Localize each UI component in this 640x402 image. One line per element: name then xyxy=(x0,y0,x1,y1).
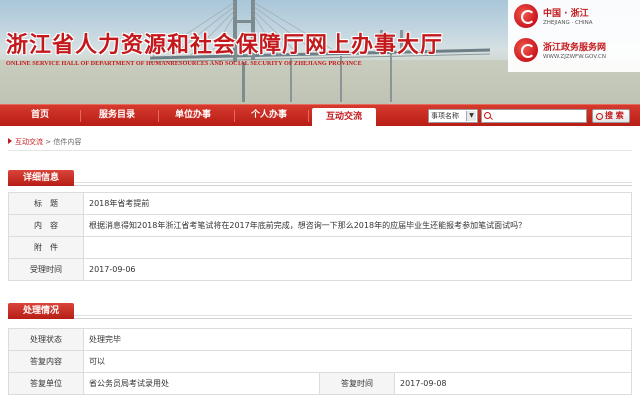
reply-time-label: 答复时间 xyxy=(319,372,395,395)
reply-content-label: 答复内容 xyxy=(8,350,84,373)
zhejiang-emblem-icon xyxy=(514,4,538,28)
handling-section-title: 处理情况 xyxy=(8,303,74,319)
search-input[interactable] xyxy=(481,109,587,123)
table-row: 处理状态 处理完毕 xyxy=(8,328,632,351)
detail-section-header: 详细信息 xyxy=(8,169,632,186)
detail-table: 标 题 2018年省考提前 内 容 根据消息得知2018年浙江省考笔试将在201… xyxy=(8,192,632,281)
site-title-english: ONLINE SERVICE HALL OF DEPARTMENT OF HUM… xyxy=(6,60,362,67)
logo1-title: 中国 · 浙江 xyxy=(543,9,589,19)
title-label: 标 题 xyxy=(8,192,84,215)
table-row: 标 题 2018年省考提前 xyxy=(8,192,632,215)
breadcrumb-arrow-icon xyxy=(8,138,12,144)
breadcrumb-current: 信件内容 xyxy=(53,138,82,146)
received-time-label: 受理时间 xyxy=(8,258,84,281)
site-banner: 浙江省人力资源和社会保障厅网上办事大厅 ONLINE SERVICE HALL … xyxy=(0,0,640,104)
nav-divider xyxy=(158,110,159,122)
handling-table: 处理状态 处理完毕 答复内容 可以 答复单位 省公务员局考试录用处 答复时间 2… xyxy=(8,328,632,395)
nav-service-catalog[interactable]: 服务目录 xyxy=(86,105,148,126)
title-value: 2018年省考提前 xyxy=(83,192,632,215)
search-bar: 事项名称 ▼ 搜 索 xyxy=(428,109,630,123)
main-nav: 首页 服务目录 单位办事 个人办事 互动交流 事项名称 ▼ 搜 索 xyxy=(0,104,640,127)
content-label: 内 容 xyxy=(8,214,84,237)
table-row: 附 件 xyxy=(8,236,632,259)
received-time-value: 2017-09-06 xyxy=(83,258,632,281)
zjzwfw-emblem-icon xyxy=(514,38,538,62)
nav-divider xyxy=(234,110,235,122)
zhejiang-china-logo[interactable]: 中国 · 浙江 ZHEJIANG · CHINA xyxy=(514,4,592,28)
breadcrumb-link-interaction[interactable]: 互动交流 xyxy=(15,138,43,146)
reply-content-value: 可以 xyxy=(83,350,632,373)
search-type-value: 事项名称 xyxy=(431,112,459,120)
table-row: 答复单位 省公务员局考试录用处 答复时间 2017-09-08 xyxy=(8,372,632,395)
logo2-title: 浙江政务服务网 xyxy=(543,43,607,53)
handling-section-header: 处理情况 xyxy=(8,302,632,319)
logo2-subtitle: WWW.ZJZWFW.GOV.CN xyxy=(543,54,606,60)
status-label: 处理状态 xyxy=(8,328,84,351)
attachment-value xyxy=(83,236,632,259)
content-value: 根据消息得知2018年浙江省考笔试将在2017年底前完成，想咨询一下那么2018… xyxy=(83,214,632,237)
table-row: 内 容 根据消息得知2018年浙江省考笔试将在2017年底前完成，想咨询一下那么… xyxy=(8,214,632,237)
status-value: 处理完毕 xyxy=(83,328,632,351)
search-button[interactable]: 搜 索 xyxy=(592,109,630,123)
reply-unit-value: 省公务员局考试录用处 xyxy=(83,372,320,395)
site-title: 浙江省人力资源和社会保障厅网上办事大厅 xyxy=(6,32,444,58)
table-row: 受理时间 2017-09-06 xyxy=(8,258,632,281)
nav-divider xyxy=(308,110,309,122)
chevron-down-icon: ▼ xyxy=(466,111,476,121)
nav-unit-services[interactable]: 单位办事 xyxy=(162,105,224,126)
nav-interaction[interactable]: 互动交流 xyxy=(312,108,376,127)
zjzwfw-logo[interactable]: 浙江政务服务网 WWW.ZJZWFW.GOV.CN xyxy=(514,38,606,62)
nav-home[interactable]: 首页 xyxy=(10,105,70,126)
breadcrumb: 互动交流 > 信件内容 xyxy=(8,133,632,151)
section-rule xyxy=(74,182,632,183)
search-type-select[interactable]: 事项名称 ▼ xyxy=(428,109,478,123)
reply-time-value: 2017-09-08 xyxy=(394,372,632,395)
partner-logos: 中国 · 浙江 ZHEJIANG · CHINA 浙江政务服务网 WWW.ZJZ… xyxy=(508,0,640,72)
logo1-subtitle: ZHEJIANG · CHINA xyxy=(543,20,593,26)
nav-personal-services[interactable]: 个人办事 xyxy=(238,105,300,126)
reply-unit-label: 答复单位 xyxy=(8,372,84,395)
search-icon xyxy=(484,112,491,119)
section-rule xyxy=(74,315,632,316)
nav-divider xyxy=(80,110,81,122)
table-row: 答复内容 可以 xyxy=(8,350,632,373)
detail-section-title: 详细信息 xyxy=(8,170,74,186)
breadcrumb-separator: > xyxy=(45,138,52,146)
attachment-label: 附 件 xyxy=(8,236,84,259)
